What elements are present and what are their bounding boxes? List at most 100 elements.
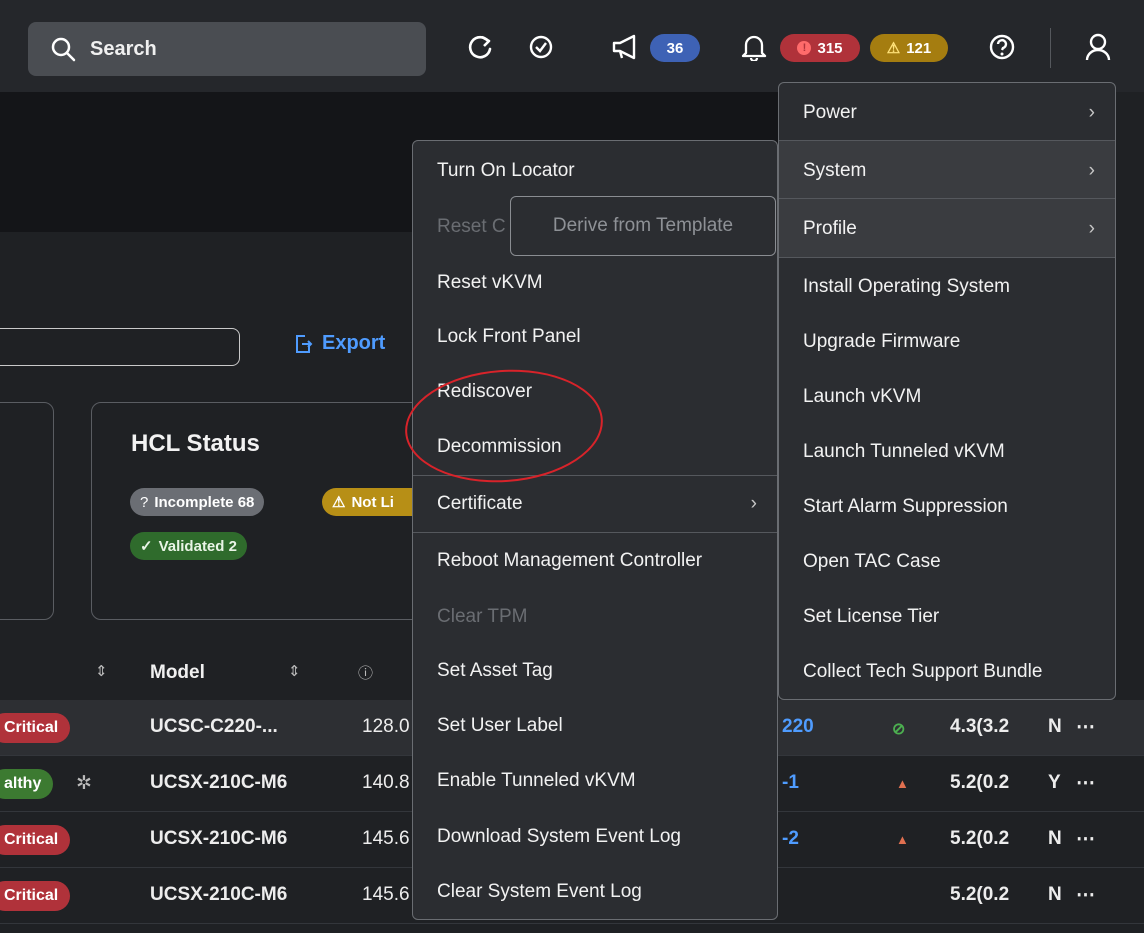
menu-item-open-tac-case[interactable]: Open TAC Case xyxy=(779,542,1115,582)
menu-item-power[interactable]: Power › xyxy=(779,93,1115,133)
memory-cell: 128.0 xyxy=(362,716,410,737)
warning-alarms-badge[interactable]: ⚠ 121 xyxy=(870,34,948,62)
model-cell: UCSC-C220-... xyxy=(150,716,278,737)
tooltip-derive-from-template: Derive from Template xyxy=(510,196,776,256)
model-cell: UCSX-210C-M6 xyxy=(150,884,288,905)
model-cell: UCSX-210C-M6 xyxy=(150,828,288,849)
flag-cell: Y xyxy=(1048,772,1061,793)
menu-item-enable-tunneled-vkvm[interactable]: Enable Tunneled vKVM xyxy=(413,761,777,801)
column-model[interactable]: Model xyxy=(150,662,205,684)
chevron-right-icon: › xyxy=(1088,218,1095,239)
menu-separator xyxy=(779,140,1115,141)
hcl-validated-label: Validated 2 xyxy=(158,537,237,555)
megaphone-icon[interactable] xyxy=(606,30,646,64)
menu-separator xyxy=(779,198,1115,199)
sort-icon[interactable]: ⇕ xyxy=(288,662,301,680)
check-circle-icon: ⊘ xyxy=(892,721,906,738)
check-circle-icon: ✓ xyxy=(140,538,153,555)
memory-cell: 145.6 xyxy=(362,884,410,905)
menu-item-profile[interactable]: Profile › xyxy=(779,209,1115,249)
export-label: Export xyxy=(322,332,386,354)
hcl-status-title: HCL Status xyxy=(131,430,260,457)
name-link[interactable]: -1 xyxy=(782,772,799,794)
question-circle-icon: ? xyxy=(140,493,149,511)
firmware-cell: 5.2(0.2 xyxy=(950,884,1010,905)
firmware-cell: 5.2(0.2 xyxy=(950,828,1010,849)
firmware-cell: 5.2(0.2 xyxy=(950,772,1010,793)
topbar-divider xyxy=(1050,28,1051,68)
flag-cell: N xyxy=(1048,884,1062,905)
chevron-right-icon: › xyxy=(1088,102,1095,123)
menu-item-label: System xyxy=(803,160,867,181)
critical-count: 315 xyxy=(817,39,843,57)
status-badge: althy xyxy=(0,769,54,799)
more-actions-icon[interactable]: ⋯ xyxy=(1076,828,1095,851)
model-cell: UCSX-210C-M6 xyxy=(150,772,288,793)
search-label: Search xyxy=(90,37,157,60)
menu-item-download-system-event-log[interactable]: Download System Event Log xyxy=(413,817,777,857)
flag-cell: N xyxy=(1048,716,1062,737)
sort-icon[interactable]: ⇕ xyxy=(95,662,108,680)
menu-item-system[interactable]: System › xyxy=(779,151,1115,191)
chevron-right-icon: › xyxy=(750,493,757,514)
hcl-incomplete-label: Incomplete 68 xyxy=(154,493,255,511)
more-actions-icon[interactable]: ⋯ xyxy=(1076,884,1095,907)
hcl-not-listed-label: Not Li xyxy=(351,493,394,511)
user-icon[interactable] xyxy=(1080,30,1116,64)
export-button[interactable]: Export xyxy=(292,332,385,355)
menu-item-collect-tech-support-bundle[interactable]: Collect Tech Support Bundle xyxy=(779,652,1115,692)
menu-item-label: Certificate xyxy=(437,493,523,514)
check-circle-icon[interactable] xyxy=(524,30,558,64)
more-actions-icon[interactable]: ⋯ xyxy=(1076,772,1095,795)
chevron-right-icon: › xyxy=(1088,160,1095,181)
menu-item-clear-system-event-log[interactable]: Clear System Event Log xyxy=(413,872,777,912)
search-box[interactable]: Search xyxy=(28,22,426,76)
menu-item-certificate[interactable]: Certificate › xyxy=(413,484,777,524)
menu-item-label: Profile xyxy=(803,218,857,239)
critical-alarms-badge[interactable]: ! 315 xyxy=(780,34,860,62)
warning-icon: ▲ xyxy=(896,776,909,791)
menu-item-label: Power xyxy=(803,102,857,123)
menu-item-lock-front-panel[interactable]: Lock Front Panel xyxy=(413,317,777,357)
status-badge: Critical xyxy=(0,881,71,911)
status-badge: Critical xyxy=(0,825,71,855)
menu-item-turn-on-locator[interactable]: Turn On Locator xyxy=(413,151,777,191)
name-link[interactable]: 220 xyxy=(782,716,814,738)
bell-icon[interactable] xyxy=(736,30,772,64)
refresh-icon[interactable] xyxy=(462,30,498,64)
search-icon xyxy=(51,37,76,62)
actions-menu: Power › System › Profile › Install Opera… xyxy=(778,82,1116,700)
name-link[interactable]: -2 xyxy=(782,828,799,850)
hcl-validated-badge[interactable]: ✓ Validated 2 xyxy=(130,532,247,560)
critical-alarm-icon: ! xyxy=(797,41,812,55)
info-icon[interactable]: ⓘ xyxy=(358,662,373,683)
menu-item-launch-vkvm[interactable]: Launch vKVM xyxy=(779,377,1115,417)
filter-input[interactable] xyxy=(0,328,240,366)
summary-card-left xyxy=(0,402,54,620)
menu-item-reset-vkvm[interactable]: Reset vKVM xyxy=(413,263,777,303)
hcl-incomplete-badge[interactable]: ? Incomplete 68 xyxy=(130,488,265,516)
warning-icon: ⚠ xyxy=(886,40,901,57)
menu-item-set-license-tier[interactable]: Set License Tier xyxy=(779,597,1115,637)
more-actions-icon[interactable]: ⋯ xyxy=(1076,716,1095,739)
help-icon[interactable] xyxy=(984,30,1020,64)
memory-cell: 140.8 xyxy=(362,772,410,793)
menu-item-reboot-management-controller[interactable]: Reboot Management Controller xyxy=(413,541,777,581)
menu-item-set-user-label[interactable]: Set User Label xyxy=(413,706,777,746)
top-bar: Search 36 ! 315 ⚠ 121 xyxy=(0,0,1144,92)
menu-item-set-asset-tag[interactable]: Set Asset Tag xyxy=(413,651,777,691)
menu-item-start-alarm-suppression[interactable]: Start Alarm Suppression xyxy=(779,487,1115,527)
firmware-cell: 4.3(3.2 xyxy=(950,716,1010,737)
menu-item-launch-tunneled-vkvm[interactable]: Launch Tunneled vKVM xyxy=(779,432,1115,472)
flag-cell: N xyxy=(1048,828,1062,849)
suppression-icon: ✲ xyxy=(76,773,92,794)
warning-count: 121 xyxy=(906,39,932,57)
menu-item-clear-tpm: Clear TPM xyxy=(437,606,528,627)
menu-item-upgrade-firmware[interactable]: Upgrade Firmware xyxy=(779,322,1115,362)
menu-item-install-operating-system[interactable]: Install Operating System xyxy=(779,267,1115,307)
announcements-badge[interactable]: 36 xyxy=(650,34,700,62)
warning-icon: ⚠ xyxy=(332,494,346,511)
export-icon xyxy=(296,334,313,353)
system-submenu: Turn On Locator Reset C Reset vKVM Lock … xyxy=(412,140,778,920)
warning-icon: ▲ xyxy=(896,832,909,847)
